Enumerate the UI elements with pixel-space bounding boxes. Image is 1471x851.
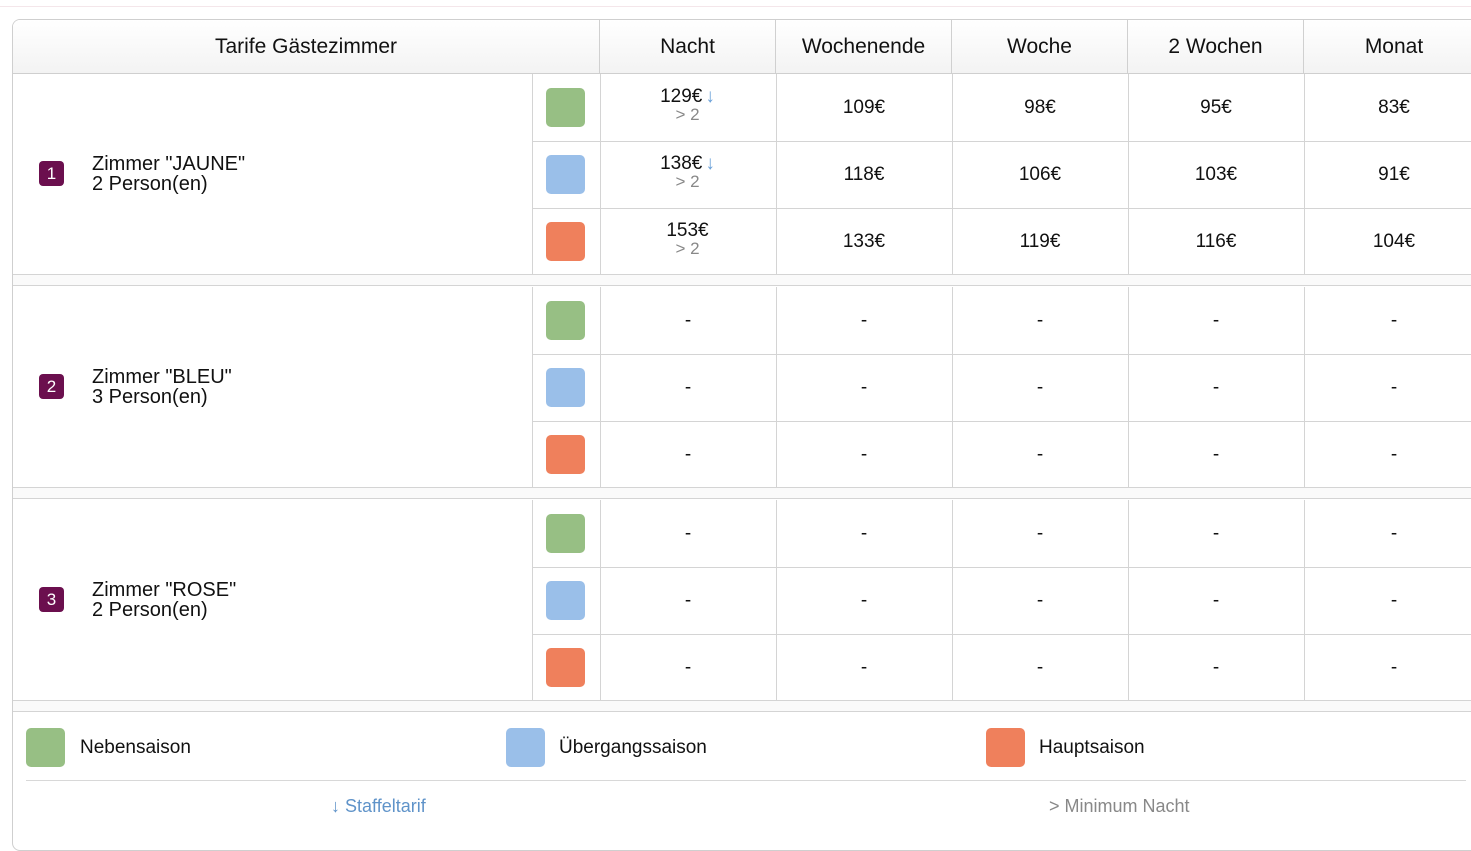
price-weekend: - [860,443,868,465]
price-night: 153€ > 2 [600,221,775,258]
room-capacity: 3 Person(en) [92,385,208,408]
rates-table: Tarife Gästezimmer Nacht Wochenende Woch… [12,19,1471,851]
legend-high-season: Hauptsaison [1039,737,1145,758]
price-two-weeks: - [1212,589,1220,611]
room-cell: 1 Zimmer "JAUNE" 2 Person(en) [13,74,532,275]
legend-tiered-rate: ↓ Staffeltarif [331,796,426,816]
price-night: 138€ ↓ > 2 [600,154,775,191]
price-two-weeks: - [1212,309,1220,331]
season-swatch-mid-season [546,155,585,194]
price-month: - [1390,522,1398,544]
price-month: - [1390,376,1398,398]
price-night-value: 138€ [660,153,703,174]
price-weekend: - [860,522,868,544]
tiered-rate-icon: ↓ [705,86,715,107]
top-divider [0,6,1471,7]
season-swatch-low-season [546,514,585,553]
header-month: Monat [1304,20,1471,73]
price-week: - [1036,522,1044,544]
price-month: - [1390,443,1398,465]
season-swatch-mid-season [546,368,585,407]
price-two-weeks: - [1212,443,1220,465]
room-name: Zimmer "JAUNE" [92,152,246,175]
price-week: 119€ [1019,230,1061,252]
price-two-weeks: - [1212,376,1220,398]
price-night-value: 129€ [660,86,703,107]
season-swatch-high-season [546,435,585,474]
price-month: - [1390,309,1398,331]
price-month: 104€ [1372,230,1416,252]
room-number-badge: 1 [39,160,64,186]
season-swatch-mid-season [546,581,585,620]
price-two-weeks: - [1212,522,1220,544]
legend-swatch-mid-season [506,728,545,767]
price-weekend: 133€ [842,230,886,252]
price-night: - [684,522,692,544]
price-weekend: - [860,309,868,331]
price-night: - [684,589,692,611]
price-night: - [684,309,692,331]
header-title: Tarife Gästezimmer [13,20,600,73]
price-weekend: 118€ [843,163,885,185]
price-two-weeks: 95€ [1200,96,1232,118]
price-two-weeks: 103€ [1194,163,1238,185]
price-night: - [684,443,692,465]
room-capacity: 2 Person(en) [92,172,208,195]
room-cell: 2 Zimmer "BLEU" 3 Person(en) [13,287,532,488]
column-divider [532,500,533,701]
min-nights: > 2 [675,105,700,124]
price-weekend: - [860,589,868,611]
min-nights: > 2 [675,239,700,258]
min-nights: > 2 [675,172,700,191]
room-number-badge: 2 [39,373,64,399]
price-week: - [1036,376,1044,398]
header-week: Woche [952,20,1128,73]
price-month: 83€ [1378,96,1410,118]
header-night: Nacht [600,20,776,73]
room-cell: 3 Zimmer "ROSE" 2 Person(en) [13,500,532,701]
season-swatch-low-season [546,88,585,127]
price-weekend: - [860,376,868,398]
legend-low-season: Nebensaison [80,737,191,758]
room-capacity: 2 Person(en) [92,598,208,621]
room-number-badge: 3 [39,586,64,612]
legend-swatch-low-season [26,728,65,767]
price-month: - [1390,656,1398,678]
price-night: - [684,376,692,398]
tiered-rate-icon: ↓ [705,153,715,174]
price-two-weeks: 116€ [1195,230,1237,252]
price-night-value: 153€ [666,220,709,241]
season-swatch-high-season [546,222,585,261]
price-weekend: 109€ [842,96,886,118]
price-month: - [1390,589,1398,611]
season-swatch-low-season [546,301,585,340]
header-weekend: Wochenende [776,20,952,73]
legend-divider [26,780,1466,781]
legend-min-nights: > Minimum Nacht [1049,796,1190,816]
room-name: Zimmer "ROSE" [92,578,237,601]
price-week: - [1036,443,1044,465]
room-separator [13,487,1471,499]
price-two-weeks: - [1212,656,1220,678]
price-week: 106€ [1018,163,1062,185]
price-month: 91€ [1378,163,1410,185]
column-divider [532,74,533,275]
season-swatch-high-season [546,648,585,687]
price-weekend: - [860,656,868,678]
legend-swatch-high-season [986,728,1025,767]
room-separator [13,274,1471,286]
legend-separator [13,700,1471,712]
column-divider [532,287,533,488]
price-week: - [1036,589,1044,611]
price-night: 129€ ↓ > 2 [600,87,775,124]
price-week: - [1036,309,1044,331]
price-night: - [684,656,692,678]
room-name: Zimmer "BLEU" [92,365,232,388]
legend-mid-season: Übergangssaison [559,737,707,758]
header-two-weeks: 2 Wochen [1128,20,1304,73]
price-week: - [1036,656,1044,678]
price-week: 98€ [1024,96,1056,118]
